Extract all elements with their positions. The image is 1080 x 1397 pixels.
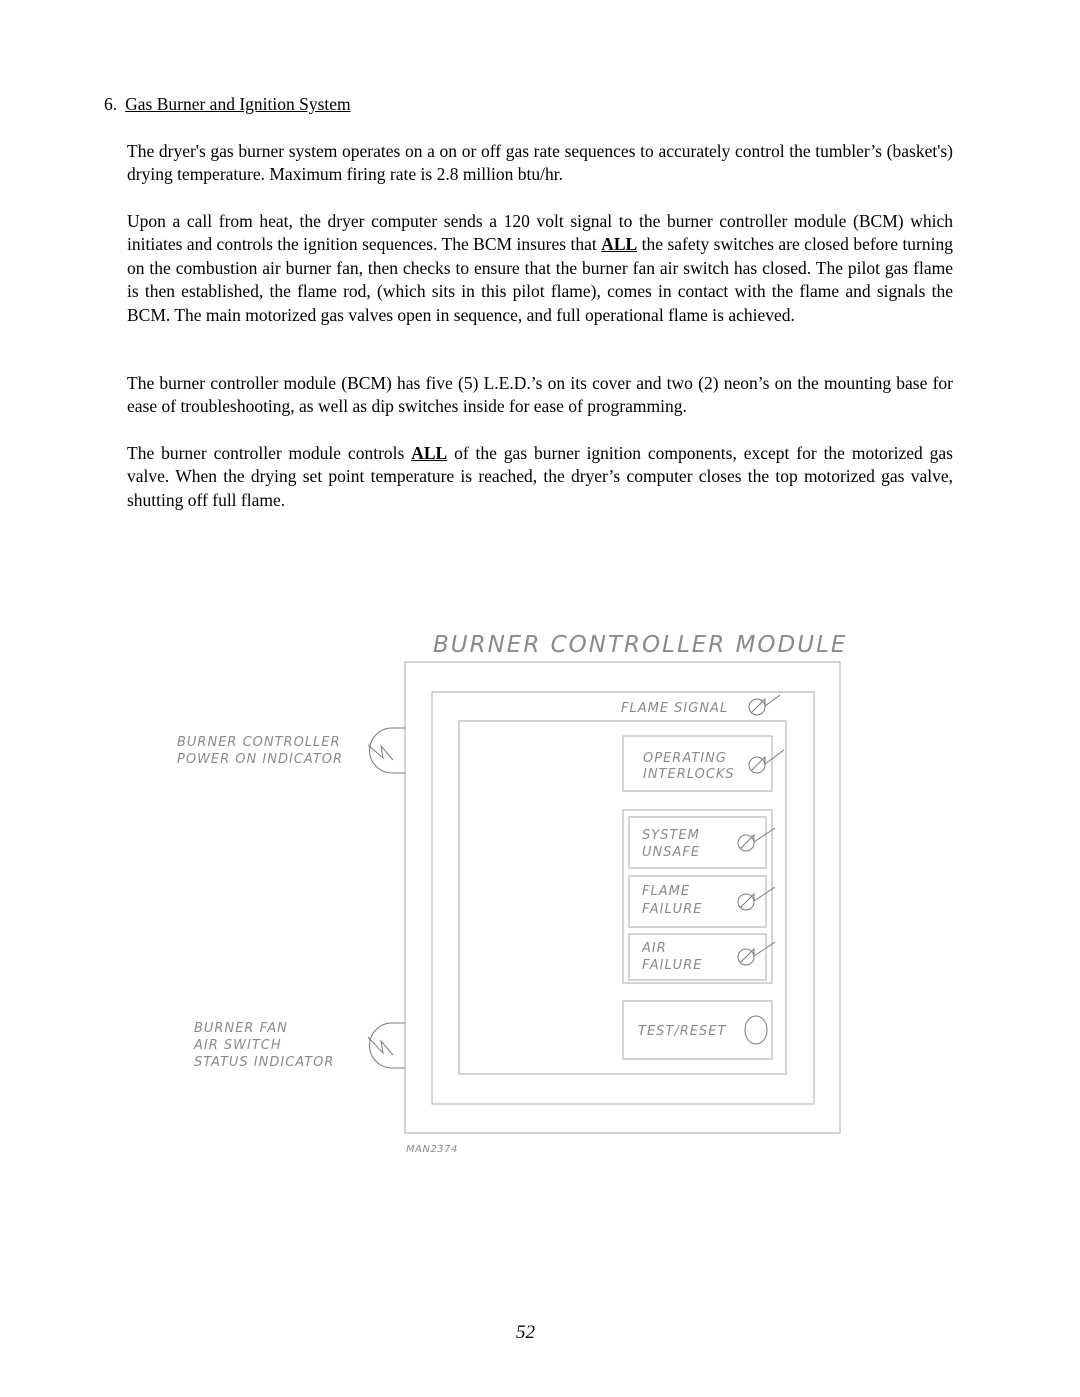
led-indicator-icon bbox=[737, 886, 776, 911]
test-reset-button-icon[interactable] bbox=[744, 1015, 768, 1045]
power-indicator-label-1: BURNER CONTROLLER bbox=[177, 735, 341, 750]
neon-lamp-icon bbox=[367, 1022, 405, 1069]
neon-lamp-icon bbox=[367, 727, 405, 774]
air-failure-label-2: FAILURE bbox=[642, 958, 702, 973]
air-switch-label-3: STATUS INDICATOR bbox=[194, 1055, 334, 1070]
air-failure-label-1: AIR bbox=[641, 941, 667, 956]
flame-signal-label: FLAME SIGNAL bbox=[621, 701, 728, 716]
system-unsafe-label-1: SYSTEM bbox=[642, 828, 700, 843]
power-indicator-label-2: POWER ON INDICATOR bbox=[177, 752, 343, 767]
led-indicator-icon bbox=[737, 827, 776, 852]
flame-failure-label-1: FLAME bbox=[642, 884, 690, 899]
system-unsafe-label-2: UNSAFE bbox=[642, 845, 700, 860]
operating-interlocks-label-2: INTERLOCKS bbox=[643, 767, 735, 782]
led-indicator-icon bbox=[748, 749, 785, 774]
drawing-id: MAN2374 bbox=[406, 1144, 458, 1155]
flame-failure-label-2: FAILURE bbox=[642, 902, 702, 917]
page-number: 52 bbox=[516, 1322, 535, 1343]
diagram-title: BURNER CONTROLLER MODULE bbox=[433, 632, 847, 658]
led-indicator-icon bbox=[737, 941, 776, 966]
air-switch-label-2: AIR SWITCH bbox=[193, 1038, 282, 1053]
operating-interlocks-label-1: OPERATING bbox=[643, 751, 727, 766]
test-reset-label: TEST/RESET bbox=[638, 1024, 726, 1039]
led-indicator-icon bbox=[748, 694, 781, 716]
bcm-diagram: BURNER CONTROLLER MODULE FLAME SIGNAL OP… bbox=[177, 632, 847, 1155]
air-switch-label-1: BURNER FAN bbox=[194, 1021, 288, 1036]
